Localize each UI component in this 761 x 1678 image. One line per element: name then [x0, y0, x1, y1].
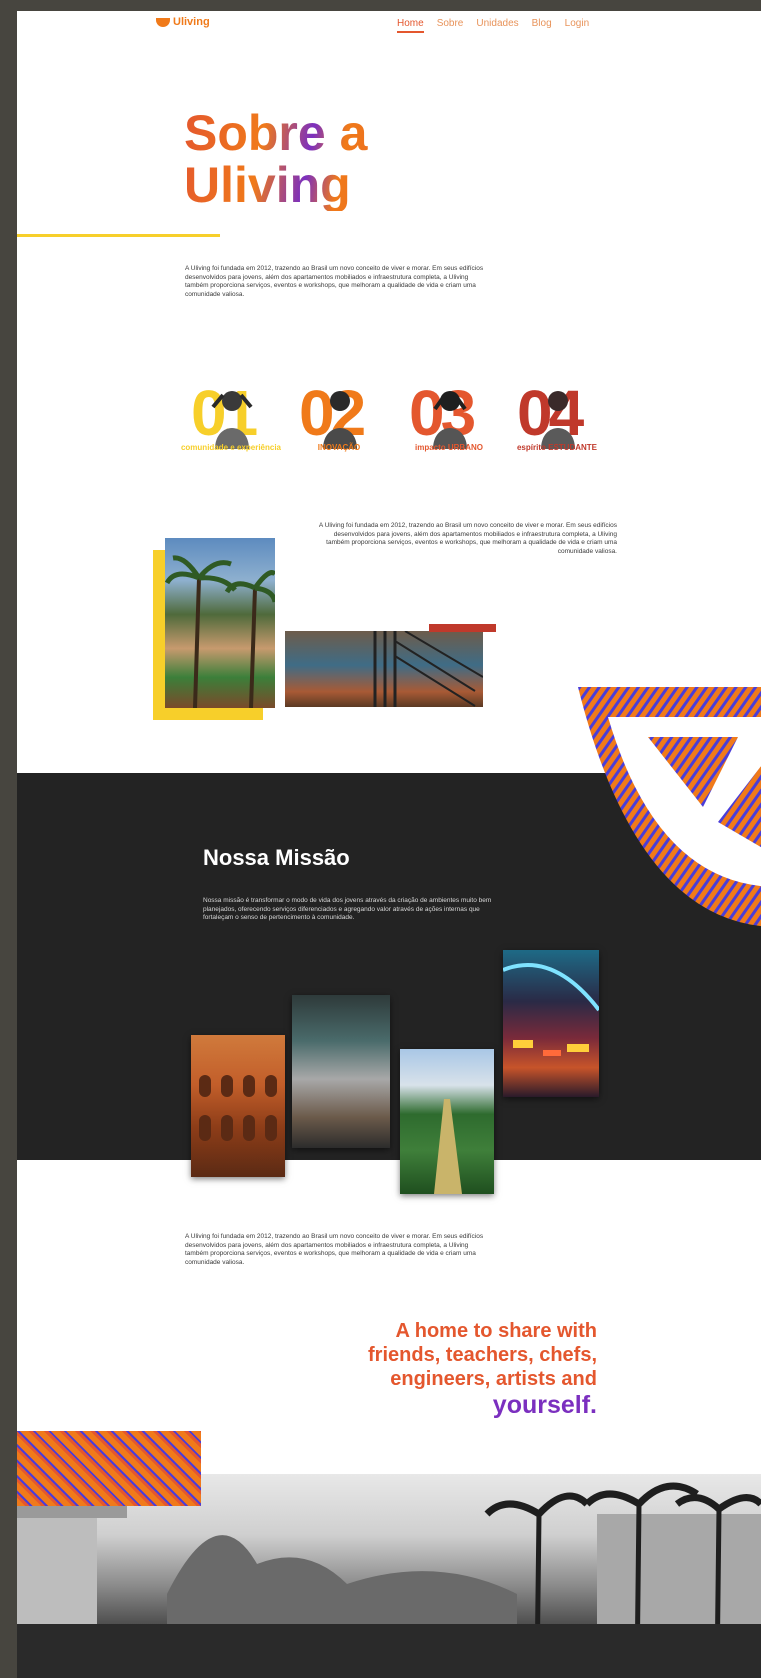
colosseum-photo: [191, 1035, 285, 1177]
nav-item-sobre[interactable]: Sobre: [437, 18, 464, 33]
value-item: 04 espírito ESTUDANTE: [503, 381, 611, 471]
yellow-divider: [17, 234, 220, 237]
top-nav: Uliving Home Sobre Unidades Blog Login: [17, 11, 761, 45]
nav-menu: Home Sobre Unidades Blog Login: [397, 18, 589, 33]
about-paragraph: A Uliving foi fundada em 2012, trazendo …: [318, 522, 617, 555]
dining-photo: [292, 995, 390, 1148]
person-photo-icon: [211, 391, 253, 449]
red-accent-bar: [429, 624, 496, 632]
value-item: 02 INOVAÇÃO: [285, 381, 393, 471]
rooftop-photo: [285, 631, 483, 707]
nav-item-login[interactable]: Login: [565, 18, 589, 33]
tagline-line: friends, teachers, chefs,: [368, 1344, 597, 1366]
nav-item-home[interactable]: Home: [397, 18, 424, 33]
closing-paragraph: A Uliving foi fundada em 2012, trazendo …: [185, 1233, 484, 1266]
nav-item-unidades[interactable]: Unidades: [476, 18, 518, 33]
tagline-emphasis: yourself.: [492, 1391, 597, 1419]
page: Uliving Home Sobre Unidades Blog Login S…: [17, 11, 761, 1678]
page-title: Sobre a Uliving: [184, 107, 444, 211]
title-line-2: Uliving: [184, 157, 351, 213]
value-label: comunidade e experiência: [180, 443, 282, 452]
person-photo-icon: [323, 391, 357, 449]
value-label: impacto URBANO: [414, 443, 483, 452]
mission-title: Nossa Missão: [203, 845, 350, 870]
value-label: INOVAÇÃO: [317, 443, 361, 452]
road-icon: [434, 1099, 462, 1194]
person-photo-icon: [541, 391, 575, 449]
tagline: A home to share with friends, teachers, …: [267, 1319, 597, 1419]
railing-icon: [373, 631, 483, 707]
intro-paragraph: A Uliving foi fundada em 2012, trazendo …: [185, 265, 484, 298]
logo[interactable]: Uliving: [156, 16, 210, 28]
tagline-line: A home to share with: [395, 1320, 597, 1342]
value-item: 01 comunidade e experiência: [177, 381, 285, 471]
palm-tree-icon: [165, 555, 275, 708]
mission-paragraph: Nossa missão é transformar o modo de vid…: [203, 897, 492, 921]
orange-texture-block: [17, 1431, 201, 1506]
avenue-photo: [400, 1049, 494, 1194]
value-item: 03 impacto URBANO: [395, 381, 503, 471]
values-row: 01 comunidade e experiência 02 INOVAÇÃO …: [177, 381, 637, 471]
person-photo-icon: [433, 391, 467, 449]
neon-arc-icon: [502, 963, 601, 1056]
orange-slice-logo-icon: [156, 17, 170, 27]
orange-slice-icon: [578, 687, 761, 926]
nav-item-blog[interactable]: Blog: [532, 18, 552, 33]
tagline-line: engineers, artists and: [390, 1368, 597, 1390]
value-label: espírito ESTUDANTE: [516, 443, 597, 452]
night-street-photo: [502, 950, 601, 1097]
pool-palms-photo: [165, 538, 275, 708]
logo-text: Uliving: [173, 16, 210, 28]
title-line-1: Sobre a: [184, 105, 368, 161]
arches-icon: [199, 1075, 277, 1141]
